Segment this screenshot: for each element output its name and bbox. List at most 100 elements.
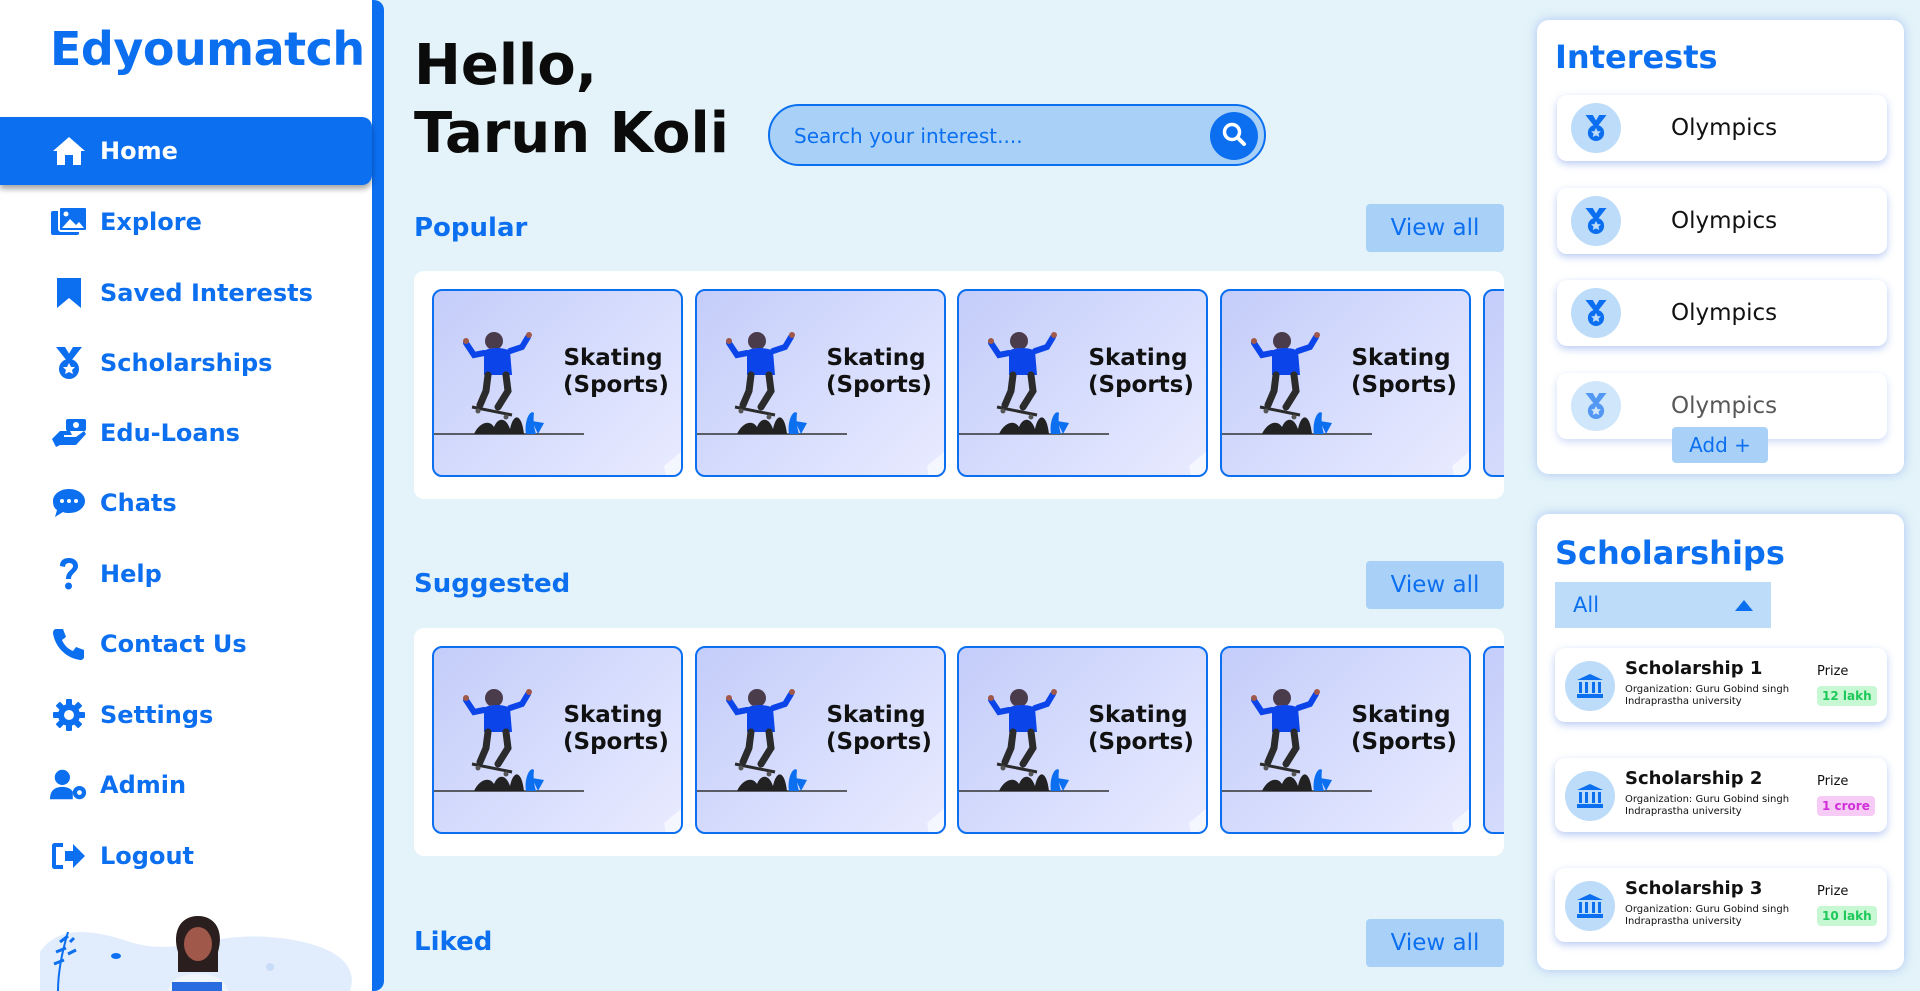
interest-card[interactable]: Skating (Sports) bbox=[957, 646, 1208, 834]
sidebar-item-admin[interactable]: Admin bbox=[0, 751, 372, 819]
greeting-user-name: Tarun Koli bbox=[414, 101, 729, 166]
card-label-title: Skating bbox=[1088, 345, 1188, 371]
interest-card-partial[interactable] bbox=[1483, 646, 1504, 834]
hand-money-icon bbox=[50, 414, 88, 452]
sidebar-item-contact-us[interactable]: Contact Us bbox=[0, 610, 372, 678]
logout-icon bbox=[50, 837, 88, 875]
prize-label: Prize bbox=[1817, 664, 1849, 679]
card-label-category: (Sports) bbox=[1088, 372, 1194, 398]
card-label-category: (Sports) bbox=[1351, 729, 1457, 755]
section-title-suggested: Suggested bbox=[414, 569, 571, 599]
sidebar-item-label: Explore bbox=[100, 208, 202, 236]
scholarship-item[interactable]: Scholarship 2 Organization: Guru Gobind … bbox=[1555, 758, 1887, 832]
interest-card-partial[interactable] bbox=[1483, 289, 1504, 477]
interest-card[interactable]: Skating (Sports) bbox=[432, 289, 683, 477]
sidebar-item-help[interactable]: Help bbox=[0, 540, 372, 608]
prize-label: Prize bbox=[1817, 774, 1849, 789]
prize-label: Prize bbox=[1817, 884, 1849, 899]
interests-title: Interests bbox=[1555, 38, 1718, 76]
card-label-category: (Sports) bbox=[563, 729, 669, 755]
sidebar-item-chats[interactable]: Chats bbox=[0, 469, 372, 537]
greeting-hello: Hello, bbox=[414, 33, 597, 98]
app-logo[interactable]: Edyoumatch bbox=[50, 22, 365, 76]
user-gear-icon bbox=[50, 766, 88, 804]
sidebar-item-scholarships[interactable]: Scholarships bbox=[0, 329, 372, 397]
bookmark-icon bbox=[50, 274, 88, 312]
interest-item[interactable]: Olympics bbox=[1557, 95, 1887, 161]
question-icon bbox=[50, 555, 88, 593]
interest-card[interactable]: Skating (Sports) bbox=[432, 646, 683, 834]
interest-card[interactable]: Skating (Sports) bbox=[957, 289, 1208, 477]
sidebar-item-label: Edu-Loans bbox=[100, 419, 240, 447]
interest-item-label: Olympics bbox=[1671, 300, 1778, 326]
sidebar-item-explore[interactable]: Explore bbox=[0, 188, 372, 256]
sidebar-item-saved-interests[interactable]: Saved Interests bbox=[0, 259, 372, 327]
medal-icon bbox=[1571, 288, 1621, 338]
sidebar-item-label: Help bbox=[100, 560, 162, 588]
section-title-popular: Popular bbox=[414, 213, 528, 243]
interest-card[interactable]: Skating (Sports) bbox=[1220, 646, 1471, 834]
scholarship-organization: Organization: Guru Gobind singh Indrapra… bbox=[1625, 684, 1790, 707]
scholarship-name: Scholarship 2 bbox=[1625, 768, 1763, 789]
medal-icon bbox=[1571, 103, 1621, 153]
scholarship-name: Scholarship 3 bbox=[1625, 878, 1763, 899]
scholarship-filter-select[interactable]: All bbox=[1555, 582, 1771, 628]
search-input[interactable] bbox=[794, 120, 1194, 152]
prize-badge: 10 lakh bbox=[1817, 906, 1877, 926]
chat-bubble-icon bbox=[50, 484, 88, 522]
card-label-category: (Sports) bbox=[826, 729, 932, 755]
scholarship-item[interactable]: Scholarship 1 Organization: Guru Gobind … bbox=[1555, 648, 1887, 722]
sidebar-item-label: Contact Us bbox=[100, 630, 247, 658]
card-label-title: Skating bbox=[826, 345, 926, 371]
sidebar-item-label: Scholarships bbox=[100, 349, 273, 377]
sidebar-item-edu-loans[interactable]: Edu-Loans bbox=[0, 399, 372, 467]
scholarship-item[interactable]: Scholarship 3 Organization: Guru Gobind … bbox=[1555, 868, 1887, 942]
add-interest-button[interactable]: Add + bbox=[1672, 427, 1768, 463]
interest-item-label: Olympics bbox=[1671, 115, 1778, 141]
sidebar-item-label: Logout bbox=[100, 842, 195, 870]
caret-up-icon bbox=[1735, 600, 1753, 611]
phone-icon bbox=[50, 625, 88, 663]
scholarship-organization: Organization: Guru Gobind singh Indrapra… bbox=[1625, 794, 1790, 817]
sidebar-illustration bbox=[40, 916, 352, 991]
card-label-category: (Sports) bbox=[563, 372, 669, 398]
medal-icon bbox=[50, 344, 88, 382]
interests-panel: Interests Olympics Olympics Olympics Oly… bbox=[1537, 20, 1904, 474]
sidebar: Edyoumatch Home Explore Saved Interests … bbox=[0, 0, 384, 991]
sidebar-item-home[interactable]: Home bbox=[0, 117, 372, 185]
card-label-title: Skating bbox=[563, 702, 663, 728]
bank-icon bbox=[1565, 661, 1615, 711]
interest-item-label: Olympics bbox=[1671, 208, 1778, 234]
sidebar-item-label: Saved Interests bbox=[100, 279, 313, 307]
interest-card[interactable]: Skating (Sports) bbox=[695, 289, 946, 477]
filter-selected-value: All bbox=[1573, 593, 1600, 617]
search-icon bbox=[1221, 121, 1247, 151]
card-label-title: Skating bbox=[826, 702, 926, 728]
popular-view-all-button[interactable]: View all bbox=[1366, 204, 1504, 252]
interest-card[interactable]: Skating (Sports) bbox=[695, 646, 946, 834]
interest-item[interactable]: Olympics bbox=[1557, 188, 1887, 254]
suggested-carousel: Skating (Sports) Skating (Sports) Skating(… bbox=[414, 628, 1504, 856]
card-label-category: (Sports) bbox=[1088, 729, 1194, 755]
popular-carousel: Skating (Sports) Skating (Sports) Skating(… bbox=[414, 271, 1504, 499]
sidebar-item-logout[interactable]: Logout bbox=[0, 822, 372, 890]
scholarships-title: Scholarships bbox=[1555, 534, 1785, 572]
sidebar-item-settings[interactable]: Settings bbox=[0, 681, 372, 749]
interest-item-label: Olympics bbox=[1671, 393, 1778, 419]
greeting: Hello, Tarun Koli bbox=[414, 32, 729, 168]
search-bar bbox=[768, 104, 1266, 166]
medal-icon bbox=[1571, 381, 1621, 431]
scholarships-panel: Scholarships All Scholarship 1 Organizat… bbox=[1537, 514, 1904, 970]
suggested-view-all-button[interactable]: View all bbox=[1366, 561, 1504, 609]
gear-icon bbox=[50, 696, 88, 734]
card-label-category: (Sports) bbox=[1351, 372, 1457, 398]
card-label-title: Skating bbox=[563, 345, 663, 371]
card-label-title: Skating bbox=[1088, 702, 1188, 728]
card-label-title: Skating bbox=[1351, 702, 1451, 728]
interest-item[interactable]: Olympics bbox=[1557, 280, 1887, 346]
interest-card[interactable]: Skating (Sports) bbox=[1220, 289, 1471, 477]
search-button[interactable] bbox=[1210, 112, 1258, 160]
sidebar-item-label: Settings bbox=[100, 701, 214, 729]
liked-view-all-button[interactable]: View all bbox=[1366, 919, 1504, 967]
scholarship-name: Scholarship 1 bbox=[1625, 658, 1763, 679]
